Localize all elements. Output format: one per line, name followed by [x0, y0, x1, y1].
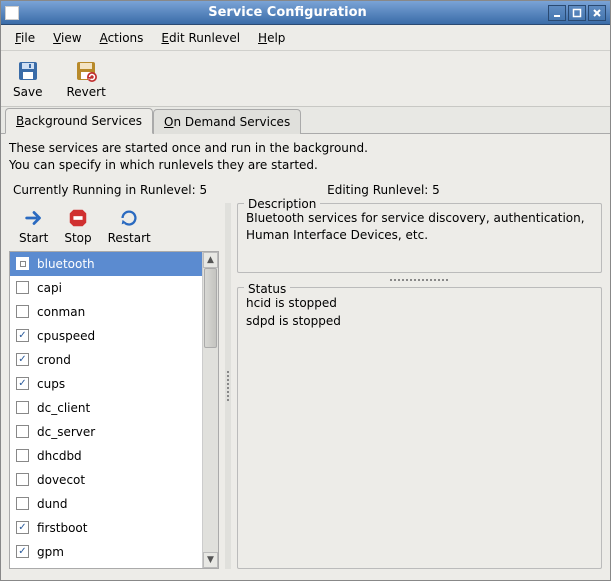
description-text: Bluetooth services for service discovery…	[246, 210, 593, 245]
running-runlevel: Currently Running in Runlevel: 5	[13, 183, 207, 197]
description-group: Description Bluetooth services for servi…	[237, 203, 602, 273]
save-label: Save	[13, 85, 42, 99]
service-checkbox[interactable]	[16, 257, 29, 270]
service-name: dc_server	[37, 425, 95, 439]
service-name: crond	[37, 353, 71, 367]
restart-label: Restart	[108, 231, 151, 245]
service-checkbox[interactable]: ✓	[16, 329, 29, 342]
service-checkbox[interactable]: ✓	[16, 521, 29, 534]
service-checkbox[interactable]: ✓	[16, 545, 29, 558]
service-checkbox[interactable]	[16, 401, 29, 414]
service-checkbox[interactable]	[16, 305, 29, 318]
service-list-wrap: bluetooth capi conman ✓ cpuspeed ✓ crond ✓ cups d…	[9, 251, 219, 569]
left-pane: Start Stop Restart bluetooth capi conman ✓ c…	[9, 203, 219, 569]
tab-background-services[interactable]: Background Services	[5, 108, 153, 134]
service-name: conman	[37, 305, 85, 319]
service-name: cpuspeed	[37, 329, 95, 343]
start-label: Start	[19, 231, 48, 245]
service-list[interactable]: bluetooth capi conman ✓ cpuspeed ✓ crond ✓ cups d…	[10, 252, 202, 568]
stop-button[interactable]: Stop	[64, 207, 91, 245]
main-split: Start Stop Restart bluetooth capi conman ✓ c…	[9, 203, 602, 569]
menubar: File View Actions Edit Runlevel Help	[1, 25, 610, 51]
list-item[interactable]: dund	[10, 492, 202, 516]
restart-button[interactable]: Restart	[108, 207, 151, 245]
stop-icon	[67, 207, 89, 229]
menu-file-rest: ile	[21, 31, 35, 45]
intro-line2: You can specify in which runlevels they …	[9, 157, 602, 174]
minimize-button[interactable]	[548, 5, 566, 21]
close-button[interactable]	[588, 5, 606, 21]
menu-actions[interactable]: Actions	[92, 28, 152, 48]
service-name: capi	[37, 281, 62, 295]
hsplitter-handle-icon	[390, 279, 450, 281]
service-name: dovecot	[37, 473, 85, 487]
horizontal-splitter[interactable]	[237, 277, 602, 283]
scroll-up-arrow[interactable]: ▲	[203, 252, 218, 268]
scroll-down-arrow[interactable]: ▼	[203, 552, 218, 568]
service-name: dhcdbd	[37, 449, 82, 463]
service-name: firstboot	[37, 521, 87, 535]
list-item[interactable]: bluetooth	[10, 252, 202, 276]
revert-button[interactable]: Revert	[62, 57, 109, 101]
splitter-handle-icon	[227, 371, 229, 401]
service-checkbox[interactable]	[16, 425, 29, 438]
list-item[interactable]: dc_client	[10, 396, 202, 420]
description-label: Description	[244, 196, 320, 213]
service-checkbox[interactable]: ✓	[16, 377, 29, 390]
maximize-button[interactable]	[568, 5, 586, 21]
window-title: Service Configuration	[27, 5, 548, 20]
editing-runlevel: Editing Runlevel: 5	[327, 183, 440, 197]
status-label: Status	[244, 280, 290, 298]
list-item[interactable]: ✓ gpm	[10, 540, 202, 564]
list-item[interactable]: conman	[10, 300, 202, 324]
service-checkbox[interactable]: ✓	[16, 353, 29, 366]
service-checkbox[interactable]	[16, 449, 29, 462]
list-item[interactable]: ✓ cpuspeed	[10, 324, 202, 348]
main-toolbar: Save Revert	[1, 51, 610, 107]
menu-view[interactable]: View	[45, 28, 89, 48]
list-item[interactable]: dovecot	[10, 468, 202, 492]
save-icon	[16, 59, 40, 83]
vertical-splitter[interactable]	[225, 203, 231, 569]
list-item[interactable]: ✓ firstboot	[10, 516, 202, 540]
tab-content: These services are started once and run …	[1, 133, 610, 580]
service-action-toolbar: Start Stop Restart	[9, 203, 219, 251]
list-item[interactable]: capi	[10, 276, 202, 300]
restart-icon	[118, 207, 140, 229]
menu-file[interactable]: File	[7, 28, 43, 48]
service-name: cups	[37, 377, 65, 391]
tab-on-demand-services[interactable]: On Demand Services	[153, 109, 301, 134]
list-item[interactable]: dc_server	[10, 420, 202, 444]
list-item[interactable]: ✓ crond	[10, 348, 202, 372]
status-line1: hcid is stopped	[246, 294, 593, 312]
intro-text: These services are started once and run …	[9, 140, 602, 175]
window-icon	[5, 6, 19, 20]
intro-line1: These services are started once and run …	[9, 140, 602, 157]
service-list-scrollbar[interactable]: ▲ ▼	[202, 252, 218, 568]
menu-edit-runlevel[interactable]: Edit Runlevel	[153, 28, 248, 48]
menu-help[interactable]: Help	[250, 28, 293, 48]
service-name: bluetooth	[37, 257, 95, 271]
service-name: gpm	[37, 545, 64, 559]
revert-icon	[74, 59, 98, 83]
status-group: Status hcid is stopped sdpd is stopped	[237, 287, 602, 569]
service-checkbox[interactable]	[16, 473, 29, 486]
service-name: dund	[37, 497, 67, 511]
list-item[interactable]: ✓ cups	[10, 372, 202, 396]
service-checkbox[interactable]	[16, 281, 29, 294]
start-button[interactable]: Start	[19, 207, 48, 245]
stop-label: Stop	[64, 231, 91, 245]
right-pane: Description Bluetooth services for servi…	[237, 203, 602, 569]
save-button[interactable]: Save	[9, 57, 46, 101]
revert-label: Revert	[66, 85, 105, 99]
service-checkbox[interactable]	[16, 497, 29, 510]
service-name: dc_client	[37, 401, 90, 415]
list-item[interactable]: dhcdbd	[10, 444, 202, 468]
scroll-thumb[interactable]	[204, 268, 217, 348]
titlebar: Service Configuration	[1, 1, 610, 25]
tab-bar: Background Services On Demand Services	[1, 107, 610, 133]
start-icon	[23, 207, 45, 229]
status-line2: sdpd is stopped	[246, 312, 593, 330]
